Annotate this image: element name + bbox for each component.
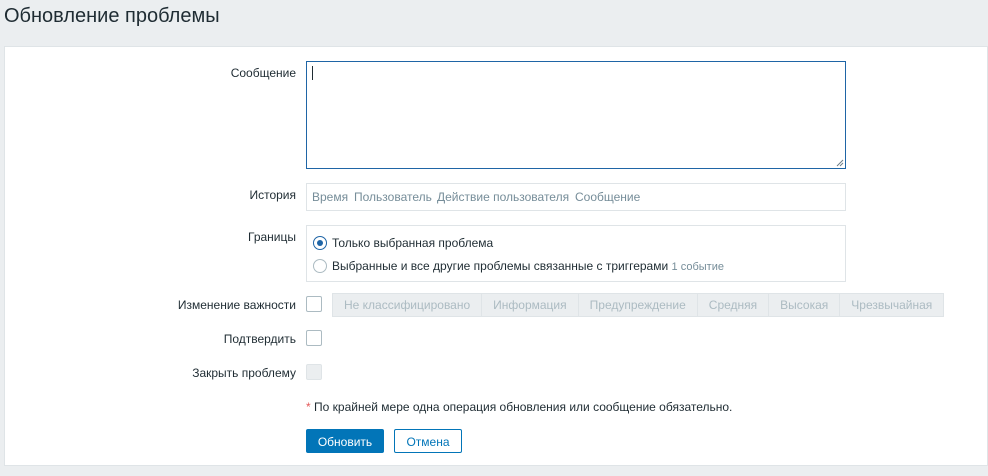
- event-count-link[interactable]: 1 событие: [672, 261, 724, 273]
- close-problem-label: Закрыть проблему: [192, 366, 296, 380]
- severity-label: Изменение важности: [177, 298, 296, 312]
- scope-option-selected-only[interactable]: Только выбранная проблема: [332, 236, 493, 250]
- severity-selector: Не классифицировано Информация Предупреж…: [332, 293, 945, 317]
- cancel-button[interactable]: Отмена: [394, 429, 462, 453]
- history-col-time: Время: [312, 190, 349, 204]
- close-problem-checkbox: [306, 364, 322, 380]
- required-note-text: По крайней мере одна операция обновления…: [314, 400, 733, 414]
- severity-not-classified[interactable]: Не классифицировано: [333, 294, 483, 316]
- severity-checkbox[interactable]: [306, 296, 322, 312]
- message-label: Сообщение: [230, 66, 296, 80]
- page-title: Обновление проблемы: [4, 5, 220, 27]
- required-star: *: [306, 400, 311, 414]
- scope-box: [306, 225, 846, 282]
- update-button[interactable]: Обновить: [306, 429, 384, 453]
- severity-information[interactable]: Информация: [482, 294, 579, 316]
- resize-grip-icon[interactable]: [836, 159, 844, 167]
- scope-option-related[interactable]: Выбранные и все другие проблемы связанны…: [332, 259, 724, 273]
- history-label: История: [249, 188, 296, 202]
- severity-warning[interactable]: Предупреждение: [579, 294, 698, 316]
- severity-average[interactable]: Средняя: [698, 294, 770, 316]
- scope-radio-selected-only[interactable]: [313, 236, 327, 250]
- scope-option-related-label[interactable]: Выбранные и все другие проблемы связанны…: [332, 259, 668, 273]
- severity-high[interactable]: Высокая: [769, 294, 841, 316]
- scope-label: Границы: [248, 230, 296, 244]
- history-col-user: Пользователь: [354, 190, 432, 204]
- text-caret: [312, 66, 313, 80]
- acknowledge-checkbox[interactable]: [306, 330, 322, 346]
- history-col-action: Действие пользователя: [437, 190, 570, 204]
- acknowledge-label: Подтвердить: [223, 332, 296, 346]
- scope-radio-related[interactable]: [313, 259, 327, 273]
- history-col-message: Сообщение: [575, 190, 641, 204]
- severity-disaster[interactable]: Чрезвычайная: [840, 294, 943, 316]
- message-textarea[interactable]: [306, 61, 846, 169]
- required-note: * По крайней мере одна операция обновлен…: [306, 400, 732, 414]
